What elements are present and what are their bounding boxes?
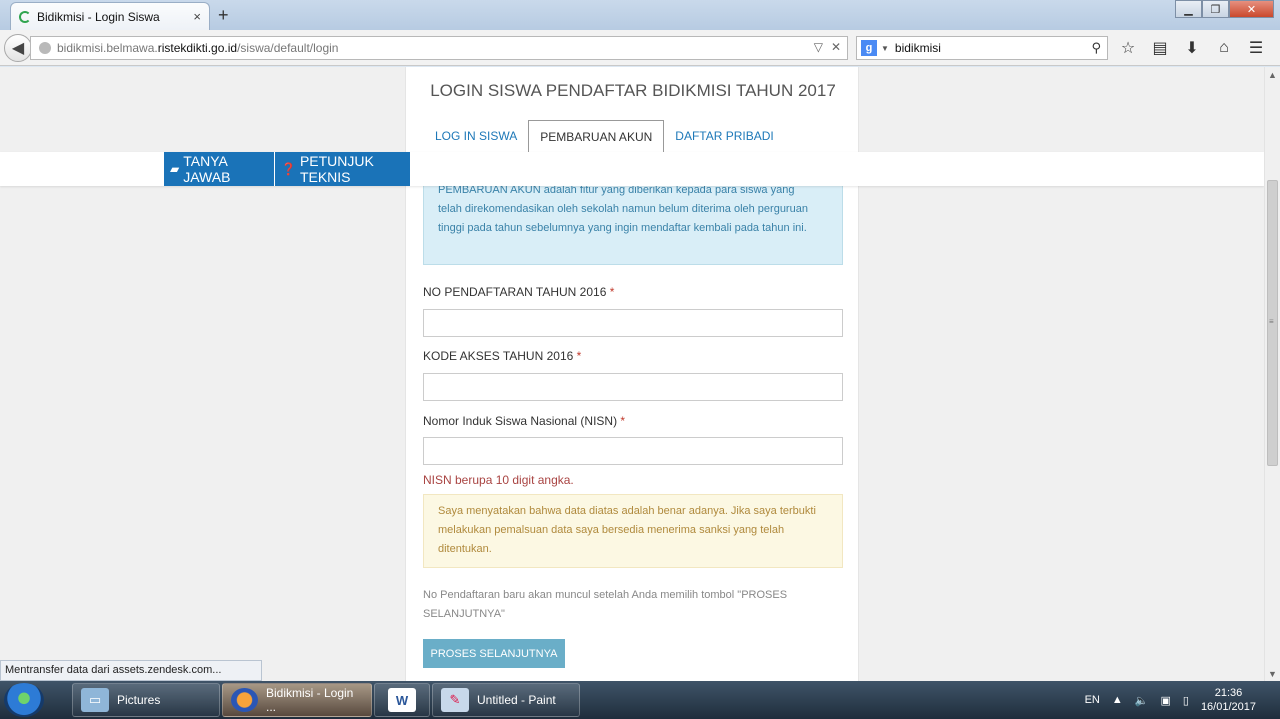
browser-tab-strip: Bidikmisi - Login Siswa × + ▁ ❐ ✕ — [0, 0, 1280, 30]
browser-navbar: ◀ bidikmisi.belmawa. ristekdikti.go.id /… — [0, 30, 1280, 66]
scroll-grip-icon: ≡ — [1269, 317, 1274, 326]
search-bar[interactable]: g ▼ bidikmisi ⚲ — [856, 36, 1108, 60]
windows-taskbar: ▭ Pictures Bidikmisi - Login ... W ✎ Unt… — [0, 681, 1280, 719]
kode-akses-input[interactable] — [423, 373, 843, 401]
tab-close-button[interactable]: × — [193, 9, 201, 24]
download-icon[interactable]: ⬇ — [1180, 36, 1204, 60]
clock-time: 21:36 — [1214, 687, 1243, 699]
taskbar-item-label: Bidikmisi - Login ... — [265, 686, 354, 714]
taskbar-item-label: Pictures — [117, 693, 161, 707]
close-window-button[interactable]: ✕ — [1229, 0, 1274, 18]
petunjuk-teknis-button[interactable]: ❓ PETUNJUK TEKNIS — [275, 152, 410, 186]
required-marker: * — [620, 414, 626, 428]
login-tabs: LOG IN SISWA PEMBARUAN AKUN DAFTAR PRIBA… — [424, 120, 844, 154]
url-path: /siswa/default/login — [237, 41, 339, 55]
info-alert: PEMBARUAN AKUN adalah fitur yang diberik… — [423, 175, 843, 265]
back-button[interactable]: ◀ — [4, 34, 32, 62]
kode-akses-label: KODE AKSES TAHUN 2016 * — [423, 349, 581, 363]
taskbar-item-label: Untitled - Paint — [477, 693, 556, 707]
url-prefix: bidikmisi.belmawa. — [57, 41, 158, 55]
tanya-jawab-label: TANYA JAWAB — [183, 153, 231, 185]
required-marker: * — [576, 349, 582, 363]
start-button[interactable] — [4, 683, 44, 717]
taskbar-item-browser[interactable]: Bidikmisi - Login ... — [222, 683, 372, 717]
question-circle-icon: ❓ — [281, 162, 296, 176]
volume-icon[interactable]: 🔈 — [1135, 694, 1149, 707]
globe-icon — [39, 42, 51, 54]
floating-help-bar: ▰ TANYA JAWAB ❓ PETUNJUK TEKNIS — [0, 152, 1264, 186]
note-text: No Pendaftaran baru akan muncul setelah … — [423, 589, 788, 620]
battery-icon[interactable]: ▯ — [1183, 694, 1189, 707]
minimize-button[interactable]: ▁ — [1175, 0, 1202, 18]
tanya-jawab-button[interactable]: ▰ TANYA JAWAB — [164, 152, 274, 186]
clock-date: 16/01/2017 — [1200, 701, 1256, 713]
tab-log-in-siswa[interactable]: LOG IN SISWA — [424, 120, 528, 153]
menu-icon[interactable]: ☰ — [1244, 36, 1268, 60]
star-icon[interactable]: ☆ — [1116, 36, 1140, 60]
home-icon[interactable]: ⌂ — [1212, 36, 1236, 60]
url-bar[interactable]: bidikmisi.belmawa. ristekdikti.go.id /si… — [30, 36, 848, 60]
page-scrollbar[interactable]: ▲ ≡ ▼ — [1264, 67, 1280, 681]
search-icon[interactable]: ⚲ — [1091, 40, 1101, 56]
new-tab-button[interactable]: + — [218, 5, 229, 26]
nisn-hint: NISN berupa 10 digit angka. — [423, 473, 574, 487]
maximize-button[interactable]: ❐ — [1202, 0, 1229, 18]
taskbar-item-pictures[interactable]: ▭ Pictures — [72, 683, 220, 717]
warning-alert: Saya menyatakan bahwa data diatas adalah… — [423, 494, 843, 568]
pictures-icon: ▭ — [81, 688, 109, 712]
petunjuk-teknis-label: PETUNJUK TEKNIS — [299, 153, 374, 185]
kode-akses-label-text: KODE AKSES TAHUN 2016 — [423, 349, 574, 363]
no-pendaftaran-label-text: NO PENDAFTARAN TAHUN 2016 — [423, 285, 607, 299]
tab-title: Bidikmisi - Login Siswa — [37, 9, 160, 24]
taskbar-item-paint[interactable]: ✎ Untitled - Paint — [432, 683, 580, 717]
paint-icon: ✎ — [441, 688, 469, 712]
reading-list-icon[interactable]: ▤ — [1148, 36, 1172, 60]
browser-toolbar: ☆ ▤ ⬇ ⌂ ☰ — [1116, 36, 1268, 60]
url-domain: ristekdikti.go.id — [157, 41, 238, 55]
required-marker: * — [609, 285, 615, 299]
chat-bubble-icon: ▰ — [170, 162, 180, 176]
warning-text: Saya menyatakan bahwa data diatas adalah… — [438, 505, 816, 555]
dropdown-arrow-icon[interactable]: ▽ — [814, 40, 823, 54]
word-icon: W — [388, 688, 416, 712]
nisn-input[interactable] — [423, 437, 843, 465]
tab-daftar-pribadi[interactable]: DAFTAR PRIBADI — [664, 120, 784, 153]
language-indicator[interactable]: EN — [1085, 694, 1100, 706]
nisn-label-text: Nomor Induk Siswa Nasional (NISN) — [423, 414, 618, 428]
scroll-down-icon[interactable]: ▼ — [1268, 669, 1277, 679]
stop-icon[interactable]: ✕ — [831, 40, 841, 54]
browser-status-text: Mentransfer data dari assets.zendesk.com… — [0, 660, 262, 681]
proses-selanjutnya-button[interactable]: PROSES SELANJUTNYA — [423, 639, 565, 668]
google-icon[interactable]: g — [861, 40, 877, 56]
back-arrow-icon: ◀ — [11, 40, 25, 57]
tab-pembaruan-akun[interactable]: PEMBARUAN AKUN — [528, 120, 665, 154]
no-pendaftaran-label: NO PENDAFTARAN TAHUN 2016 * — [423, 285, 614, 299]
system-tray: EN ▲ 🔈 ▣ ▯ 21:36 16/01/2017 — [1085, 681, 1280, 719]
page-title: LOGIN SISWA PENDAFTAR BIDIKMISI TAHUN 20… — [430, 81, 836, 100]
page-viewport: LOGIN SISWA PENDAFTAR BIDIKMISI TAHUN 20… — [0, 67, 1264, 681]
scroll-up-icon[interactable]: ▲ — [1268, 70, 1277, 80]
no-pendaftaran-input[interactable] — [423, 309, 843, 337]
url-controls: ▽ ✕ — [814, 40, 841, 54]
nisn-label: Nomor Induk Siswa Nasional (NISN) * — [423, 414, 625, 428]
firefox-icon — [231, 688, 258, 712]
window-controls: ▁ ❐ ✕ — [1175, 0, 1274, 18]
info-text: PEMBARUAN AKUN adalah fitur yang diberik… — [438, 184, 808, 234]
show-hidden-icons-icon[interactable]: ▲ — [1112, 694, 1123, 706]
network-icon[interactable]: ▣ — [1160, 694, 1170, 707]
search-engine-dropdown-icon[interactable]: ▼ — [881, 44, 889, 53]
loading-spinner-icon — [19, 10, 31, 23]
taskbar-item-word[interactable]: W — [374, 683, 430, 717]
search-input[interactable]: bidikmisi — [895, 41, 941, 55]
clock[interactable]: 21:36 16/01/2017 — [1201, 686, 1256, 714]
browser-tab[interactable]: Bidikmisi - Login Siswa × — [10, 2, 210, 30]
